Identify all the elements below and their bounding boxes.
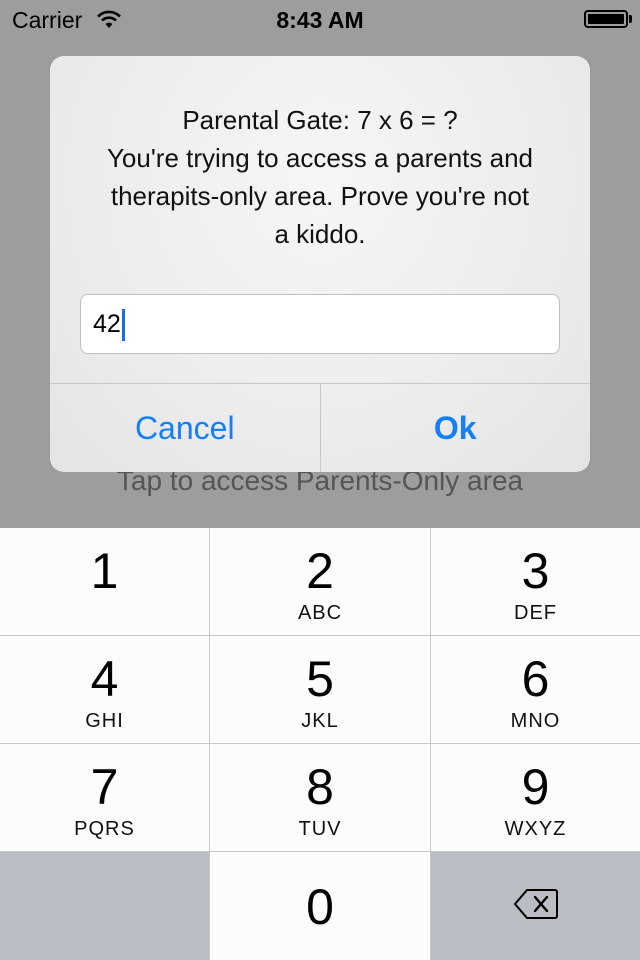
key-7[interactable]: 7 PQRS [0,744,210,852]
key-6[interactable]: 6 MNO [431,636,640,744]
key-letters: JKL [301,710,339,732]
numeric-keypad: 1 2 ABC 3 DEF 4 GHI 5 JKL 6 MNO 7 PQRS 8… [0,528,640,960]
key-letters: GHI [85,710,124,732]
cancel-button[interactable]: Cancel [50,384,320,472]
key-letters: TUV [298,818,342,840]
key-digit: 3 [521,543,550,599]
ok-button[interactable]: Ok [319,384,591,472]
key-blank [0,852,210,960]
delete-key[interactable] [431,852,640,960]
key-3[interactable]: 3 DEF [431,528,640,636]
answer-value: 42 [93,310,121,338]
clock: 8:43 AM [276,7,364,33]
key-letters: MNO [510,710,561,732]
key-letters: WXYZ [504,818,567,840]
text-caret [121,309,125,342]
key-digit: 2 [306,543,334,599]
key-letters: ABC [297,602,343,624]
key-digit: 6 [521,651,550,707]
parental-gate-alert: Parental Gate: 7 x 6 = ? You're trying t… [50,56,590,472]
key-digit: 9 [521,759,550,815]
battery-icon [584,10,628,28]
backspace-icon [513,888,559,925]
key-0[interactable]: 0 [210,852,431,960]
alert-button-row: Cancel Ok [50,383,590,472]
key-8[interactable]: 8 TUV [210,744,431,852]
key-1[interactable]: 1 [0,528,210,636]
key-letters: PQRS [74,818,135,840]
key-digit: 4 [90,651,119,707]
key-digit: 7 [90,759,119,815]
status-bar: Carrier 8:43 AM [0,0,640,40]
battery-tip [629,15,632,23]
key-digit: 1 [90,543,119,599]
answer-input[interactable]: 42 [80,294,560,354]
key-digit: 0 [306,879,334,935]
key-letters: DEF [514,602,557,624]
key-digit: 8 [306,759,334,815]
alert-message: Parental Gate: 7 x 6 = ? You're trying t… [106,105,534,249]
key-digit: 5 [306,651,334,707]
key-4[interactable]: 4 GHI [0,636,210,744]
key-9[interactable]: 9 WXYZ [431,744,640,852]
key-2[interactable]: 2 ABC [210,528,431,636]
key-5[interactable]: 5 JKL [210,636,431,744]
